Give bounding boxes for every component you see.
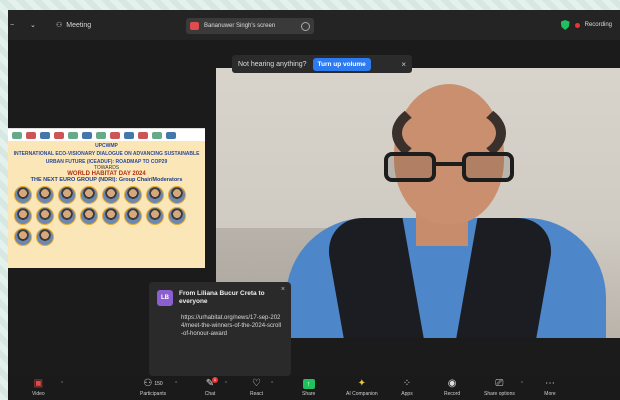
record-icon: ◉: [447, 378, 457, 389]
panelist-photo: [14, 186, 32, 204]
panelist-photo: [168, 186, 186, 204]
panelist-photo: [14, 228, 32, 246]
panelist-photo: [102, 186, 120, 204]
chat-sender: From Liliana Bucur Creta to everyone: [179, 290, 265, 305]
poster-title-2: INTERNATIONAL ECO-VISIONARY DIALOGUE ON …: [13, 151, 200, 157]
panelist-photo: [168, 207, 186, 225]
chat-icon: ✎ 1: [205, 377, 218, 389]
panelist-photo: [58, 186, 76, 204]
chat-button[interactable]: ✎ 1 Chat: [204, 377, 218, 397]
participants-icon: ⚇ 150: [143, 378, 163, 389]
share-options-button[interactable]: ⎚ Share options: [484, 378, 515, 398]
zoom-meeting-window: − ⌄ ⚇ Meeting Bananuwer Singh's screen R…: [8, 10, 620, 400]
panelist-photo: [146, 207, 164, 225]
notice-text: Not hearing anything?: [238, 60, 307, 68]
panelist-photo: [102, 207, 120, 225]
meeting-label: Meeting: [66, 21, 92, 29]
chevron-down-icon: ⌄: [30, 22, 36, 29]
panelist-photos: [8, 183, 205, 246]
share-label: Bananuwer Singh's screen: [204, 23, 276, 29]
panelist-photo: [146, 186, 164, 204]
chat-notification[interactable]: × LB From Liliana Bucur Creta to everyon…: [149, 282, 291, 376]
share-options-icon: ⎚: [495, 378, 504, 389]
meeting-info[interactable]: ⚇ Meeting: [56, 10, 91, 40]
recording-dot-icon: [574, 22, 580, 28]
share-arrow-icon: ↑: [302, 379, 315, 389]
more-button[interactable]: ⋯ More: [544, 378, 556, 398]
audio-notice-bar: Not hearing anything? Turn up volume ×: [232, 55, 412, 73]
turn-up-volume-button[interactable]: Turn up volume: [312, 57, 371, 71]
heart-icon: ♡: [252, 378, 262, 389]
window-controls[interactable]: −: [10, 10, 14, 40]
view-dropdown[interactable]: ⌄: [30, 10, 36, 40]
screen-share-indicator[interactable]: Bananuwer Singh's screen: [186, 18, 314, 34]
screen-share-icon: [190, 22, 199, 30]
panelist-photo: [80, 186, 98, 204]
panelist-photo: [36, 207, 54, 225]
meeting-icon: ⚇: [56, 22, 63, 29]
shared-screen-thumbnail[interactable]: UPCWMP INTERNATIONAL ECO-VISIONARY DIALO…: [8, 128, 205, 268]
record-button[interactable]: ◉ Record: [444, 378, 460, 398]
chat-close-icon[interactable]: ×: [281, 286, 285, 293]
sponsor-logos: [8, 129, 205, 141]
more-icon: ⋯: [545, 378, 555, 389]
poster-panel-heading: THE NEXT EURO GROUP (NDRI): Group Chair/…: [30, 177, 183, 183]
panelist-photo: [124, 207, 142, 225]
share-options-caret[interactable]: ⌃: [520, 381, 524, 387]
video-options-caret[interactable]: ⌃: [60, 381, 64, 387]
panelist-photo: [14, 207, 32, 225]
sparkle-icon: ✦: [357, 378, 367, 389]
panelist-photo: [58, 207, 76, 225]
recording-label: Recording: [584, 22, 612, 28]
react-button[interactable]: ♡ React: [250, 378, 263, 398]
video-off-icon: ▣: [33, 378, 44, 389]
react-options-caret[interactable]: ⌃: [270, 381, 274, 387]
view-options-icon[interactable]: [301, 21, 310, 31]
panelist-photo: [124, 186, 142, 204]
participants-button[interactable]: ⚇ 150 Participants: [140, 378, 166, 398]
close-icon[interactable]: ×: [401, 60, 406, 69]
poster-title-3: URBAN FUTURE (ICEADUF): ROADMAP TO COP29: [45, 159, 168, 165]
apps-button[interactable]: ⁘ Apps: [401, 378, 413, 398]
panelist-photo: [80, 207, 98, 225]
ai-companion-button[interactable]: ✦ AI Companion: [346, 378, 378, 398]
share-button[interactable]: ↑ Share: [302, 379, 315, 397]
security-shield-icon: [560, 20, 570, 30]
apps-icon: ⁘: [402, 378, 412, 389]
title-bar: − ⌄ ⚇ Meeting Bananuwer Singh's screen R…: [8, 10, 620, 40]
speaker-glasses: [384, 152, 514, 182]
meeting-toolbar: ▣ Video ⌃ ⚇ 150 Participants ⌃ ✎ 1 Chat ⌃ …: [8, 375, 620, 400]
chat-badge: 1: [212, 377, 218, 383]
video-button[interactable]: ▣ Video: [32, 378, 45, 398]
minimize-icon[interactable]: −: [10, 22, 14, 29]
avatar: LB: [157, 290, 173, 306]
panelist-photo: [36, 186, 54, 204]
participants-options-caret[interactable]: ⌃: [174, 381, 178, 387]
panelist-photo: [36, 228, 54, 246]
chat-options-caret[interactable]: ⌃: [224, 381, 228, 387]
poster-title-1: UPCWMP: [95, 143, 118, 149]
recording-indicator[interactable]: Recording: [560, 10, 612, 40]
chat-message[interactable]: https://urhabitat.org/news/17-sep-2024/m…: [181, 314, 283, 338]
